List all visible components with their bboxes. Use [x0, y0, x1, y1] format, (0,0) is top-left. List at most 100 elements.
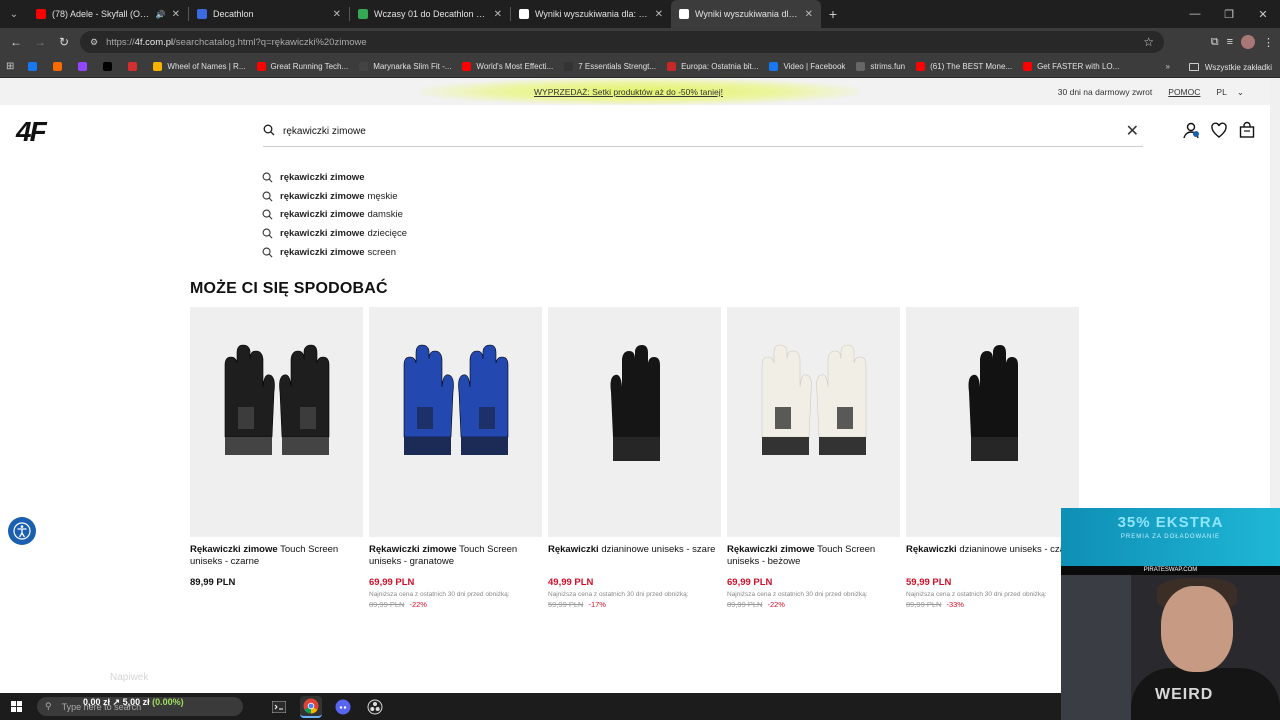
product-card[interactable]: Rękawiczki dzianinowe uniseks - czarne 59… — [906, 307, 1079, 609]
4f-logo[interactable]: 4F — [16, 116, 47, 148]
accessibility-button[interactable] — [8, 517, 36, 545]
product-card[interactable]: Rękawiczki zimowe Touch Screen uniseks -… — [190, 307, 363, 609]
bookmark-item[interactable] — [28, 62, 42, 71]
product-image[interactable] — [906, 307, 1079, 537]
search-suggestions: rękawiczki zimowe rękawiczki zimowe męskie… — [262, 168, 407, 261]
apps-grid-icon[interactable]: ⊞ — [6, 61, 14, 72]
product-image[interactable] — [190, 307, 363, 537]
close-tab-icon[interactable]: ✕ — [494, 9, 502, 20]
product-image[interactable] — [727, 307, 900, 537]
restore-icon[interactable]: ❐ — [1212, 8, 1246, 21]
account-icon[interactable] — [1182, 121, 1200, 139]
close-tab-icon[interactable]: ✕ — [172, 9, 180, 20]
profile-avatar[interactable] — [1241, 35, 1255, 49]
product-name[interactable]: Rękawiczki dzianinowe uniseks - czarne — [906, 544, 1079, 568]
browser-tab[interactable]: Wyniki wyszukiwania dla: rękaw ✕ — [511, 0, 671, 28]
reload-icon[interactable]: ↻ — [52, 35, 76, 49]
all-bookmarks-label: Wszystkie zakładki — [1204, 62, 1272, 72]
tab-search-button[interactable]: ⌄ — [0, 0, 28, 28]
bookmark-item[interactable]: strims.fun — [856, 62, 905, 71]
bookmark-item[interactable] — [103, 62, 117, 71]
bookmark-favicon-icon — [667, 62, 677, 71]
bookmark-item[interactable]: Marynarka Slim Fit -... — [359, 62, 451, 71]
cart-bag-icon[interactable] — [1238, 121, 1256, 139]
product-price: 69,99 PLN — [727, 577, 773, 588]
new-tab-button[interactable]: + — [821, 6, 845, 22]
chrome-icon[interactable] — [300, 695, 322, 718]
bookmark-item[interactable] — [78, 62, 92, 71]
bookmark-favicon-icon — [53, 62, 63, 71]
bookmark-item[interactable]: 7 Essentials Strengt... — [564, 62, 656, 71]
search-input[interactable] — [283, 121, 1103, 141]
suggestion-item[interactable]: rękawiczki zimowe — [262, 168, 407, 187]
bookmark-item[interactable] — [53, 62, 67, 71]
product-card[interactable]: Rękawiczki dzianinowe uniseks - szare 49,… — [548, 307, 721, 609]
help-link[interactable]: POMOC — [1168, 87, 1200, 98]
bookmark-item[interactable] — [128, 62, 142, 71]
bookmarks-overflow-icon[interactable]: » — [1166, 62, 1170, 71]
old-price: 89,99 PLN — [906, 600, 942, 609]
bookmark-favicon-icon — [359, 62, 369, 71]
lowest-price-note: Najniższa cena z ostatnich 30 dni przed … — [906, 591, 1047, 598]
bookmark-item[interactable]: Europa: Ostatnia bit... — [667, 62, 758, 71]
product-name[interactable]: Rękawiczki zimowe Touch Screen uniseks -… — [727, 544, 900, 568]
sponsor-banner: 35% EKSTRA PREMIA ZA DOŁADOWANIE — [1061, 508, 1280, 566]
address-bar[interactable]: ⚙ https://4f.com.pl/searchcatalog.html?q… — [80, 31, 1164, 53]
minimize-icon[interactable]: — — [1178, 8, 1212, 20]
suggestion-item[interactable]: rękawiczki zimowe damskie — [262, 205, 407, 224]
browser-tab[interactable]: Wczasy 01 do Decathlon Gdańs ✕ — [350, 0, 510, 28]
language-selector[interactable]: PL ⌄ — [1216, 87, 1244, 98]
product-image[interactable] — [548, 307, 721, 537]
back-icon[interactable]: ← — [4, 35, 28, 49]
product-name[interactable]: Rękawiczki dzianinowe uniseks - szare — [548, 544, 721, 568]
browser-tab[interactable]: Decathlon ✕ — [189, 0, 349, 28]
bookmark-favicon-icon — [916, 62, 926, 71]
close-tab-icon[interactable]: ✕ — [805, 9, 813, 20]
tab-audio-icon[interactable]: 🔊 — [156, 10, 166, 19]
suggestion-item[interactable]: rękawiczki zimowe screen — [262, 243, 407, 262]
discount-badge: -22% — [767, 600, 785, 609]
suggestion-query: rękawiczki zimowe — [280, 209, 365, 221]
site-info-icon[interactable]: ⚙ — [90, 37, 98, 48]
browser-tab[interactable]: Wyniki wyszukiwania dla: rękaw ✕ — [671, 0, 821, 28]
product-card[interactable]: Rękawiczki zimowe Touch Screen uniseks -… — [727, 307, 900, 609]
bookmark-item[interactable]: World's Most Effecti... — [462, 62, 553, 71]
discord-icon[interactable] — [332, 696, 354, 718]
close-tab-icon[interactable]: ✕ — [655, 9, 663, 20]
suggestion-suffix: screen — [367, 246, 396, 258]
decathlon-icon — [197, 9, 207, 19]
clear-search-icon[interactable]: ✕ — [1126, 121, 1139, 141]
bookmark-item[interactable]: Get FASTER with LO... — [1023, 62, 1119, 71]
old-price-row: 89,99 PLN -22% — [727, 600, 900, 609]
4f-icon — [519, 9, 529, 19]
product-image[interactable] — [369, 307, 542, 537]
browser-tab[interactable]: (78) Adele - Skyfall (Official 🔊 ✕ — [28, 0, 188, 28]
terminal-icon[interactable] — [268, 696, 290, 718]
product-name[interactable]: Rękawiczki zimowe Touch Screen uniseks -… — [190, 544, 363, 568]
bookmark-item[interactable]: (61) The BEST Mone... — [916, 62, 1012, 71]
bookmark-star-icon[interactable]: ☆ — [1143, 35, 1154, 49]
all-bookmarks-button[interactable]: Wszystkie zakładki — [1188, 56, 1272, 77]
browser-menu-icon[interactable]: ⋮ — [1263, 36, 1274, 49]
forward-icon[interactable]: → — [28, 35, 52, 49]
obs-icon[interactable] — [364, 696, 386, 718]
tab-title: Decathlon — [213, 9, 254, 19]
close-window-icon[interactable]: ✕ — [1246, 8, 1280, 21]
search-bar: ✕ — [263, 118, 1143, 147]
wishlist-heart-icon[interactable] — [1210, 121, 1228, 139]
suggestion-item[interactable]: rękawiczki zimowe dziecięce — [262, 224, 407, 243]
bookmark-item[interactable]: Wheel of Names | R... — [153, 62, 246, 71]
media-controls-icon[interactable]: ≡ — [1227, 36, 1233, 48]
windows-start-icon[interactable] — [0, 693, 32, 720]
product-card[interactable]: Rękawiczki zimowe Touch Screen uniseks -… — [369, 307, 542, 609]
extensions-icon[interactable]: ⧉ — [1211, 36, 1219, 49]
lowest-price-note: Najniższa cena z ostatnich 30 dni przed … — [727, 591, 868, 598]
suggestion-item[interactable]: rękawiczki zimowe męskie — [262, 187, 407, 206]
bookmark-item[interactable]: Video | Facebook — [769, 62, 845, 71]
sale-link[interactable]: WYPRZEDAŻ: Setki produktów aż do -50% ta… — [534, 87, 723, 97]
bookmark-item[interactable]: Great Running Tech... — [256, 62, 348, 71]
old-price: 89,99 PLN — [369, 600, 405, 609]
close-tab-icon[interactable]: ✕ — [333, 9, 341, 20]
streamer-face — [1161, 586, 1233, 672]
product-name[interactable]: Rękawiczki zimowe Touch Screen uniseks -… — [369, 544, 542, 568]
